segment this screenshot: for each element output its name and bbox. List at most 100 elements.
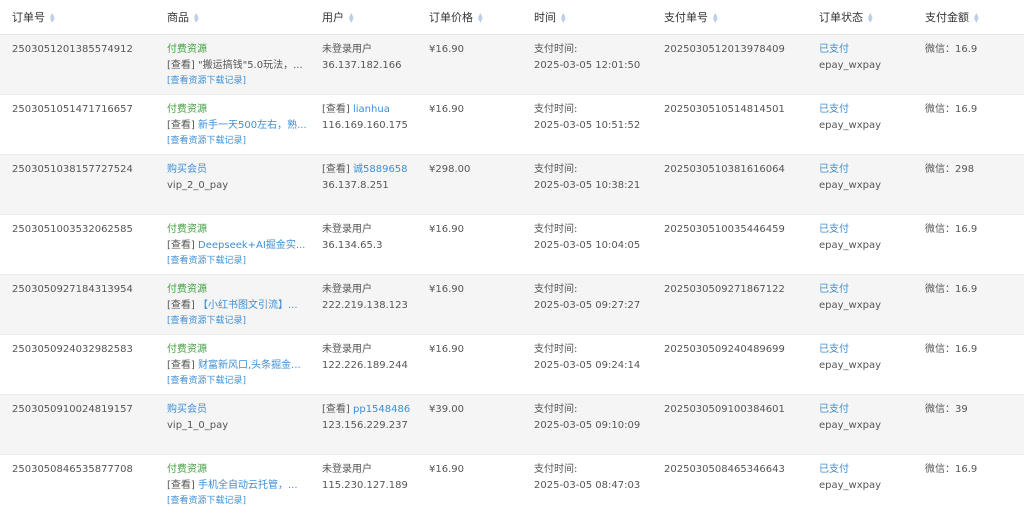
user-name: 未登录用户 [322,44,372,55]
time-cell: 支付时间: 2025-03-05 10:51:52 [522,94,652,155]
order-no-cell: 2503051038157727524 [0,154,155,215]
status-badge[interactable]: 已支付 [819,402,913,418]
goods-title[interactable]: [查看] 财富新风口,头条掘金... [167,358,307,374]
header-time[interactable]: 时间 ▲ ▼ [522,0,652,35]
user-name[interactable]: lianhua [353,104,390,115]
user-name: 未登录用户 [322,284,372,295]
price-cell: ¥39.00 [417,394,522,455]
time-label: 支付时间: [534,44,578,55]
user-view-link[interactable]: [查看] [322,164,350,175]
goods-title[interactable]: [查看] 新手一天500左右，熟... [167,118,307,134]
user-view-link[interactable]: [查看] [322,404,350,415]
sort-icon[interactable]: ▲ ▼ [868,13,876,24]
order-no-cell: 2503051051471716657 [0,94,155,155]
status-badge[interactable]: 已支付 [819,342,913,358]
price-cell: ¥16.90 [429,464,464,475]
user-ip: 122.226.189.244 [322,360,408,371]
download-records-link[interactable]: [查看资源下载记录] [167,134,310,148]
download-records-link[interactable]: [查看资源下载记录] [167,494,310,508]
status-badge[interactable]: 已支付 [819,282,913,298]
time-cell: 支付时间: 2025-03-05 08:47:03 [522,455,652,515]
header-price[interactable]: 订单价格 ▲ ▼ [417,0,522,35]
table-row: 2503050846535877708 付费资源 [查看] 手机全自动云托管，.… [0,455,1024,515]
user-ip: 123.156.229.237 [322,420,408,431]
status-cell: 已支付 epay_wxpay [807,334,913,395]
user-view-link[interactable]: [查看] [322,104,350,115]
pay-no-cell: 2025030509240489699 [652,334,807,395]
download-records-link[interactable]: [查看资源下载记录] [167,74,310,88]
goods-title[interactable]: [查看] 【小红书图文引流】... [167,298,307,314]
amount-cell: 微信：39 [913,394,1024,455]
pay-no-cell: 2025030509271867122 [652,274,807,335]
amount-cell: 微信：16.9 [925,464,978,475]
price-cell: ¥16.90 [417,274,522,335]
price-cell: ¥16.90 [417,34,522,95]
pay-no-cell: 2025030512013978409 [652,34,807,95]
pay-method: epay_wxpay [819,480,882,491]
amount-cell: 微信：16.9 [913,274,1024,335]
price-cell: ¥16.90 [417,334,522,395]
pay-no-cell: 2025030508465346643 [664,464,785,475]
header-status[interactable]: 订单状态 ▲ ▼ [807,0,913,35]
time-value: 2025-03-05 10:51:52 [534,120,641,131]
price-cell: ¥16.90 [417,214,522,275]
amount-cell: 微信：16.9 [913,334,1024,395]
goods-title[interactable]: [查看] "搬运搞钱"5.0玩法，... [167,58,307,74]
sort-icon[interactable]: ▲ ▼ [478,13,486,24]
user-cell: 未登录用户 115.230.127.189 [310,455,417,515]
header-order-no[interactable]: 订单号 ▲ ▼ [0,0,155,35]
user-cell: 未登录用户 222.219.138.123 [310,274,417,335]
table-row: 2503051201385574912 付费资源 [查看] "搬运搞钱"5.0玩… [0,34,1024,95]
status-cell: 已支付 epay_wxpay [807,455,913,515]
status-cell: 已支付 epay_wxpay [807,94,913,155]
amount-cell: 微信：16.9 [913,94,1024,155]
table-row: 2503051003532062585 付费资源 [查看] Deepseek+A… [0,214,1024,275]
order-no-cell: 2503050910024819157 [0,394,155,455]
sort-icon[interactable]: ▲ ▼ [50,13,58,24]
status-cell: 已支付 epay_wxpay [807,214,913,275]
download-records-link[interactable]: [查看资源下载记录] [167,254,310,268]
table-row: 2503050924032982583 付费资源 [查看] 财富新风口,头条掘金… [0,334,1024,395]
price-cell: ¥298.00 [417,154,522,215]
goods-title[interactable]: [查看] Deepseek+AI掘金实... [167,238,307,254]
time-label: 支付时间: [534,104,578,115]
sort-icon[interactable]: ▲ ▼ [194,13,202,24]
header-amount[interactable]: 支付金额 ▲ ▼ [913,0,1024,35]
status-badge[interactable]: 已支付 [819,42,913,58]
table-row: 2503050910024819157 购买会员 vip_1_0_pay [查看… [0,394,1024,455]
time-cell: 支付时间: 2025-03-05 09:10:09 [522,394,652,455]
goods-cell: 付费资源 [查看] "搬运搞钱"5.0玩法，... [查看资源下载记录] [155,34,310,95]
goods-type: 付费资源 [167,104,207,115]
status-badge[interactable]: 已支付 [819,222,913,238]
goods-cell: 付费资源 [查看] Deepseek+AI掘金实... [查看资源下载记录] [155,214,310,275]
download-records-link[interactable]: [查看资源下载记录] [167,374,310,388]
time-label: 支付时间: [534,464,578,475]
status-badge[interactable]: 已支付 [819,162,913,178]
user-ip: 36.137.182.166 [322,60,402,71]
user-cell: 未登录用户 122.226.189.244 [310,334,417,395]
goods-type: 付费资源 [167,224,207,235]
sort-icon[interactable]: ▲ ▼ [561,13,569,24]
status-badge[interactable]: 已支付 [819,102,913,118]
time-value: 2025-03-05 09:27:27 [534,300,641,311]
download-records-link[interactable]: [查看资源下载记录] [167,314,310,328]
sort-icon[interactable]: ▲ ▼ [713,13,721,24]
header-pay-no[interactable]: 支付单号 ▲ ▼ [652,0,807,35]
user-name[interactable]: pp1548486 [353,404,410,415]
pay-no-cell: 2025030509100384601 [652,394,807,455]
sort-icon[interactable]: ▲ ▼ [974,13,982,24]
pay-method: epay_wxpay [819,420,882,431]
time-value: 2025-03-05 12:01:50 [534,60,641,71]
user-name[interactable]: 诚5889658 [353,164,408,175]
user-ip: 116.169.160.175 [322,120,408,131]
goods-type[interactable]: 购买会员 [167,162,310,178]
pay-method: epay_wxpay [819,300,882,311]
header-goods[interactable]: 商品 ▲ ▼ [155,0,310,35]
goods-title[interactable]: [查看] 手机全自动云托管，... [167,478,307,494]
header-user[interactable]: 用户 ▲ ▼ [310,0,417,35]
user-name: 未登录用户 [322,464,372,475]
goods-type[interactable]: 购买会员 [167,402,310,418]
time-cell: 支付时间: 2025-03-05 10:38:21 [522,154,652,215]
status-badge[interactable]: 已支付 [819,462,913,478]
sort-icon[interactable]: ▲ ▼ [349,13,357,24]
